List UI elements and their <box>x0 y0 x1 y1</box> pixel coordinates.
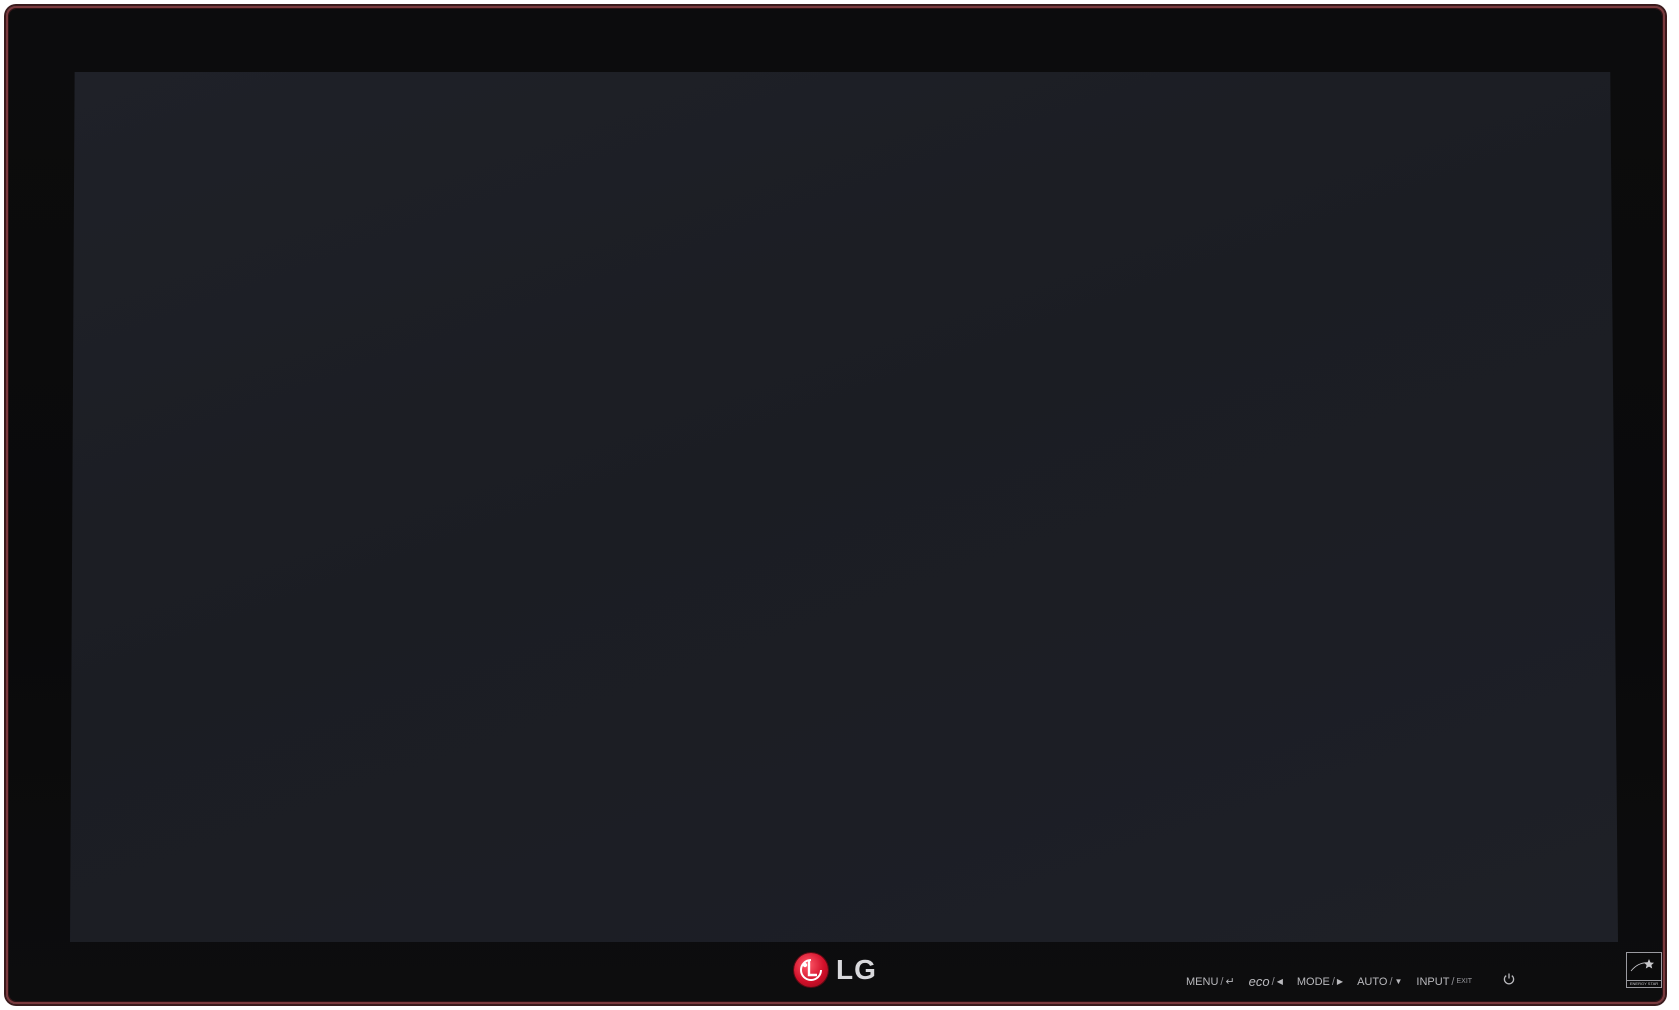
monitor-bezel <box>6 6 1665 1004</box>
exit-label: EXIT <box>1456 978 1473 985</box>
menu-button[interactable]: MENU / ↵ <box>1186 975 1235 989</box>
monitor-screen <box>70 72 1618 942</box>
lg-logo-icon <box>794 953 828 987</box>
mode-button[interactable]: MODE / ▶ <box>1297 976 1343 988</box>
arrow-down-icon: ▼ <box>1394 977 1403 986</box>
lg-logo: LG <box>794 950 877 990</box>
lg-logo-text: LG <box>836 954 877 985</box>
input-button[interactable]: INPUT / EXIT <box>1416 976 1472 988</box>
arrow-right-icon: ▶ <box>1336 977 1344 986</box>
eco-button[interactable]: eco / ◀ <box>1249 974 1283 989</box>
energy-star-label: ENERGY STAR <box>1627 980 1661 986</box>
energy-star-badge: ENERGY STAR <box>1626 952 1662 988</box>
arrow-left-icon: ◀ <box>1276 977 1283 986</box>
auto-button[interactable]: AUTO / ▼ <box>1357 976 1402 988</box>
power-button[interactable] <box>1502 972 1516 986</box>
energy-star-icon <box>1630 959 1654 972</box>
power-icon <box>1503 973 1515 985</box>
return-icon: ↵ <box>1225 976 1235 988</box>
control-button-bar: MENU / ↵ eco / ◀ MODE / ▶ AUTO / ▼ INPUT… <box>1186 974 1472 989</box>
eco-icon: eco <box>1248 974 1270 989</box>
